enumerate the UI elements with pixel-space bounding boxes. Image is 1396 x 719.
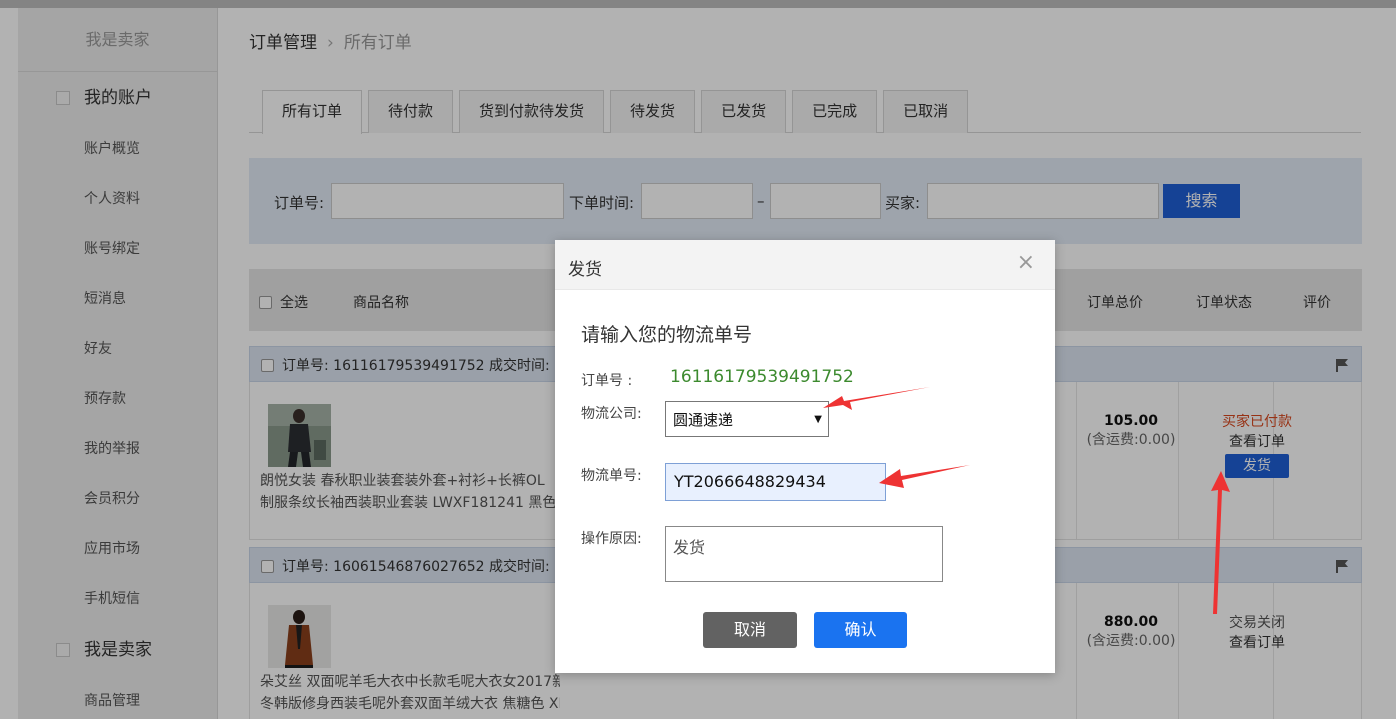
reason-label: 操作原因: — [581, 531, 642, 547]
ship-dialog: 发货 × 请输入您的物流单号 订单号 : 16116179539491752 物… — [555, 240, 1055, 673]
selected-company: 圆通速递 — [673, 411, 734, 429]
logistics-company-select[interactable]: 圆通速递 ▼ — [665, 401, 829, 437]
tracking-number-input[interactable]: YT2066648829434 — [665, 463, 886, 501]
order-no-field-label: 订单号 : — [581, 373, 633, 389]
dialog-heading: 请输入您的物流单号 — [581, 324, 753, 346]
dialog-title: 发货 — [568, 260, 602, 280]
dialog-header: 发货 × — [555, 240, 1055, 290]
order-no-value: 16116179539491752 — [670, 367, 854, 387]
tracking-label: 物流单号: — [581, 468, 642, 484]
confirm-button[interactable]: 确认 — [814, 612, 907, 648]
reason-textarea[interactable]: 发货 — [665, 526, 943, 582]
dropdown-arrow-icon: ▼ — [814, 414, 822, 425]
company-label: 物流公司: — [581, 406, 642, 422]
close-icon[interactable]: × — [1017, 252, 1035, 274]
cancel-button[interactable]: 取消 — [703, 612, 797, 648]
